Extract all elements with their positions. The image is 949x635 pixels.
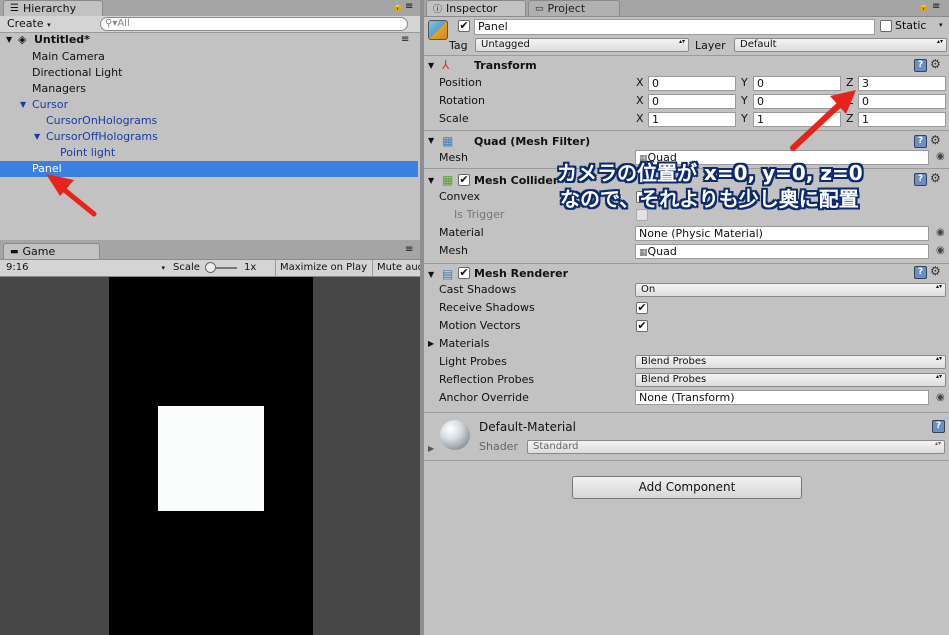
arrow-to-panel [46, 174, 97, 217]
annotation-arrows [46, 90, 856, 217]
annotation-line-2: なので、それよりも少し奥に配置 [560, 187, 859, 211]
annotation-line-1: カメラの位置が x=0, y=0, z=0 [557, 161, 863, 185]
arrow-to-position-z [790, 90, 856, 151]
